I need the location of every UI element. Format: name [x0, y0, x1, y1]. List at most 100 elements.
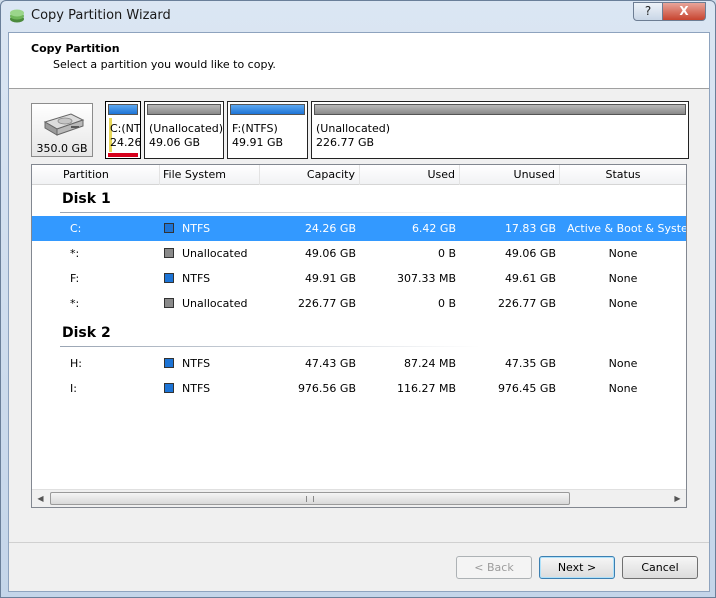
group-title: Disk 2: [62, 325, 111, 341]
cell-status: None: [608, 247, 638, 260]
group-title: Disk 1: [62, 191, 111, 207]
partition-bar: [230, 104, 305, 115]
table-row[interactable]: H: NTFS 47.43 GB 87.24 MB 47.35 GB None: [32, 351, 686, 376]
partition-size: 49.91 GB: [232, 136, 284, 149]
cell-unused: 49.06 GB: [504, 247, 556, 260]
disk-map-partition-unallocated-1[interactable]: (Unallocated) 49.06 GB: [144, 101, 224, 159]
cell-unused: 226.77 GB: [497, 297, 556, 310]
partition-label: C:(NTF: [110, 122, 141, 135]
cell-status: None: [608, 297, 638, 310]
cell-file-system: NTFS: [164, 266, 260, 291]
cell-partition: H:: [70, 357, 82, 370]
cell-status: None: [608, 357, 638, 370]
cell-fs-label: NTFS: [182, 222, 211, 235]
cell-used: 6.42 GB: [411, 222, 456, 235]
disk-map-partition-c[interactable]: C:(NTF 24.26: [105, 101, 141, 159]
page-subtitle: Select a partition you would like to cop…: [53, 58, 276, 71]
group-divider: [60, 212, 480, 213]
title-bar: Copy Partition Wizard ? X: [1, 1, 715, 31]
partition-wizard-icon: [10, 9, 24, 23]
cell-partition: *:: [70, 247, 80, 260]
cell-status: Active & Boot & System: [567, 222, 686, 235]
disk-1-tile[interactable]: 350.0 GB: [31, 103, 93, 157]
cell-capacity: 49.91 GB: [304, 272, 356, 285]
group-disk-2: Disk 2: [32, 319, 686, 347]
scrollbar-thumb[interactable]: [50, 492, 570, 505]
table-row[interactable]: C: NTFS 24.26 GB 6.42 GB 17.83 GB Active…: [32, 216, 686, 241]
partition-bar: [147, 104, 221, 115]
cell-capacity: 976.56 GB: [297, 382, 356, 395]
cell-status: None: [608, 272, 638, 285]
page-title: Copy Partition: [31, 42, 120, 55]
close-button[interactable]: X: [662, 2, 706, 21]
help-button[interactable]: ?: [633, 2, 663, 21]
cell-fs-label: NTFS: [182, 382, 211, 395]
cell-used: 116.27 MB: [396, 382, 456, 395]
cell-file-system: NTFS: [164, 351, 260, 376]
back-button[interactable]: < Back: [456, 556, 532, 579]
unallocated-color-icon: [164, 298, 174, 308]
cell-partition: F:: [70, 272, 80, 285]
cell-partition: *:: [70, 297, 80, 310]
disk-map-partition-unallocated-2[interactable]: (Unallocated) 226.77 GB: [311, 101, 689, 159]
partition-bar: [108, 104, 138, 115]
cell-fs-label: Unallocated: [182, 297, 248, 310]
column-unused[interactable]: Unused: [460, 165, 560, 185]
cell-file-system: NTFS: [164, 216, 260, 241]
scroll-left-arrow-icon[interactable]: ◀: [32, 490, 49, 507]
column-file-system[interactable]: File System: [160, 165, 260, 185]
ntfs-color-icon: [164, 383, 174, 393]
next-button[interactable]: Next >: [539, 556, 615, 579]
selection-indicator: [108, 153, 138, 157]
partition-label: (Unallocated): [316, 122, 391, 135]
cell-used: 0 B: [437, 247, 456, 260]
horizontal-scrollbar[interactable]: ◀ ▶: [32, 489, 686, 507]
column-partition[interactable]: Partition: [32, 165, 160, 185]
column-capacity[interactable]: Capacity: [260, 165, 360, 185]
cell-capacity: 49.06 GB: [304, 247, 356, 260]
cell-file-system: Unallocated: [164, 291, 260, 316]
cell-file-system: Unallocated: [164, 241, 260, 266]
table-row[interactable]: *: Unallocated 226.77 GB 0 B 226.77 GB N…: [32, 291, 686, 316]
column-status[interactable]: Status: [560, 165, 686, 185]
cell-used: 87.24 MB: [403, 357, 456, 370]
cell-capacity: 24.26 GB: [304, 222, 356, 235]
cell-unused: 17.83 GB: [504, 222, 556, 235]
partition-bar: [314, 104, 686, 115]
group-divider: [60, 346, 480, 347]
grip-icon: [306, 496, 314, 502]
partition-size: 226.77 GB: [316, 136, 375, 149]
cell-capacity: 47.43 GB: [304, 357, 356, 370]
scroll-right-arrow-icon[interactable]: ▶: [669, 490, 686, 507]
cell-unused: 49.61 GB: [504, 272, 556, 285]
table-row[interactable]: F: NTFS 49.91 GB 307.33 MB 49.61 GB None: [32, 266, 686, 291]
cell-capacity: 226.77 GB: [297, 297, 356, 310]
group-disk-1: Disk 1: [32, 185, 686, 213]
cell-file-system: NTFS: [164, 376, 260, 401]
ntfs-color-icon: [164, 223, 174, 233]
cell-status: None: [608, 382, 638, 395]
cell-partition: I:: [70, 382, 77, 395]
partition-size: 24.26: [110, 136, 141, 149]
list-header: Partition File System Capacity Used Unus…: [32, 165, 686, 185]
hard-disk-icon: [43, 113, 85, 136]
table-row[interactable]: I: NTFS 976.56 GB 116.27 MB 976.45 GB No…: [32, 376, 686, 401]
ntfs-color-icon: [164, 358, 174, 368]
ntfs-color-icon: [164, 273, 174, 283]
cancel-button[interactable]: Cancel: [622, 556, 698, 579]
partition-label: (Unallocated): [149, 122, 224, 135]
wizard-window: Copy Partition Wizard ? X Copy Partition…: [0, 0, 716, 598]
partition-list[interactable]: Partition File System Capacity Used Unus…: [31, 164, 687, 508]
cell-used: 0 B: [437, 297, 456, 310]
partition-label: F:(NTFS): [232, 122, 278, 135]
cell-used: 307.33 MB: [396, 272, 456, 285]
column-used[interactable]: Used: [360, 165, 460, 185]
cell-fs-label: NTFS: [182, 357, 211, 370]
footer-divider: [9, 542, 709, 543]
partition-size: 49.06 GB: [149, 136, 201, 149]
cell-fs-label: Unallocated: [182, 247, 248, 260]
wizard-header: Copy Partition Select a partition you wo…: [9, 33, 709, 89]
cell-partition: C:: [70, 222, 82, 235]
table-row[interactable]: *: Unallocated 49.06 GB 0 B 49.06 GB Non…: [32, 241, 686, 266]
disk-map-partition-f[interactable]: F:(NTFS) 49.91 GB: [227, 101, 308, 159]
